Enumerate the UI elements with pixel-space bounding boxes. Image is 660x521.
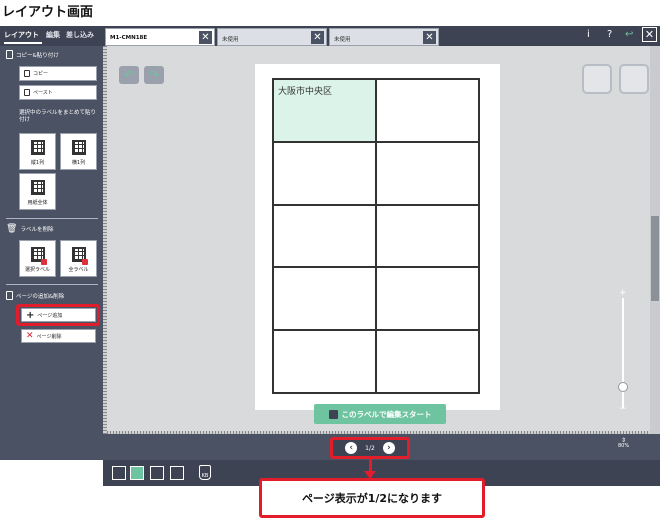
help-icon[interactable]: ?: [607, 29, 612, 40]
trash-icon: 🗑: [6, 224, 18, 234]
tab-document-2[interactable]: 未使用 ✕: [217, 28, 327, 46]
label-cell[interactable]: [376, 79, 479, 142]
copy-paste-label: コピー&貼り付け: [16, 52, 59, 59]
save-icon[interactable]: [582, 64, 612, 94]
document-tabs: M1-CMN18E ✕ 未使用 ✕ 未使用 ✕ i ? ↩ ✕: [103, 26, 660, 46]
close-icon[interactable]: ✕: [642, 27, 657, 42]
remove-page-button[interactable]: ✕ ページ削除: [21, 329, 96, 343]
zoom-in-icon[interactable]: +: [619, 288, 627, 298]
delete-selected-button[interactable]: 選択ラベル: [19, 240, 56, 277]
label-cell[interactable]: [273, 204, 376, 268]
document-icon: [6, 50, 13, 59]
back-icon[interactable]: ↩: [625, 29, 633, 40]
tab-label: 未使用: [334, 37, 351, 43]
view-mode-1[interactable]: [112, 466, 126, 480]
divider: [6, 284, 98, 285]
zoom-level: 80%: [618, 443, 630, 449]
label-cell[interactable]: [273, 267, 376, 331]
pages-section-title: ページの追加&削除: [6, 291, 64, 300]
paste-row-label: 横1列: [71, 160, 86, 166]
paste-whole-button[interactable]: 用紙全体: [19, 173, 56, 210]
weight-icon[interactable]: KB: [199, 465, 211, 480]
delete-section-title: 🗑 ラベルを削除: [6, 224, 53, 234]
zoom-knob[interactable]: [618, 382, 628, 392]
label-cell[interactable]: [273, 141, 376, 205]
close-icon[interactable]: ✕: [311, 31, 324, 44]
paste-column-button[interactable]: 縦1列: [19, 133, 56, 170]
close-icon: ✕: [26, 331, 34, 341]
grid-icon: [30, 180, 45, 195]
divider: [6, 218, 98, 219]
label-cell[interactable]: 大阪市中央区: [273, 79, 376, 142]
delete-all-label: 全ラベル: [68, 267, 89, 273]
start-editing-button[interactable]: このラベルで編集スタート: [314, 404, 446, 424]
enter-icon: [328, 409, 338, 419]
undo-icon[interactable]: ↶: [119, 66, 139, 84]
active-tab-underline: [4, 42, 42, 44]
delete-mark-icon: [41, 259, 47, 265]
next-page-icon[interactable]: ›: [382, 442, 395, 454]
previous-page-icon[interactable]: ‹: [345, 442, 358, 454]
zoom-slider[interactable]: + −: [616, 288, 630, 416]
tab-edit[interactable]: 編集: [46, 30, 60, 40]
highlight-frame: [16, 304, 100, 326]
grid-icon: [71, 140, 86, 155]
copy-button[interactable]: コピー: [19, 66, 97, 81]
batch-paste-title: 選択中のラベルをまとめて貼り付け: [19, 110, 97, 123]
grid-icon: [30, 140, 45, 155]
label-cell[interactable]: [376, 204, 479, 268]
tab-document-3[interactable]: 未使用 ✕: [329, 28, 439, 46]
callout-box: ページ表示が1/2になります: [259, 478, 485, 518]
layout-panel: コピー&貼り付け コピー ペースト 選択中のラベルをまとめて貼り付け 縦1列 横…: [0, 46, 103, 460]
paste-whole-label: 用紙全体: [27, 200, 48, 206]
paste-button[interactable]: ペースト: [19, 85, 97, 100]
close-icon[interactable]: ✕: [423, 31, 436, 44]
delete-mark-icon: [82, 259, 88, 265]
pages-label: ページの追加&削除: [16, 293, 65, 300]
horizontal-ruler: [107, 431, 650, 434]
redo-icon[interactable]: ↷: [144, 66, 164, 84]
label-cell[interactable]: [376, 267, 479, 331]
document-icon: [6, 291, 13, 300]
paste-column-label: 縦1列: [30, 160, 45, 166]
tab-label: 未使用: [222, 37, 239, 43]
view-mode-4[interactable]: [170, 466, 184, 480]
paste-label: ペースト: [33, 90, 53, 96]
remove-page-label: ページ削除: [36, 333, 62, 340]
start-editing-label: このラベルで編集スタート: [341, 409, 432, 419]
delete-label: ラベルを削除: [20, 227, 54, 233]
info-icon[interactable]: i: [587, 29, 590, 40]
paste-icon: [24, 89, 30, 96]
zoom-out-icon[interactable]: −: [619, 404, 627, 414]
copy-label: コピー: [33, 71, 49, 77]
label-grid: 大阪市中央区: [272, 78, 480, 394]
print-icon[interactable]: [619, 64, 649, 94]
label-cell[interactable]: [376, 141, 479, 205]
tab-merge[interactable]: 差し込み: [66, 30, 94, 40]
scrollbar-thumb[interactable]: [651, 216, 659, 301]
view-mode-3[interactable]: [150, 466, 164, 480]
tab-label: M1-CMN18E: [110, 35, 148, 41]
mode-tabs: レイアウト 編集 差し込み: [0, 26, 103, 46]
page-indicator: 1/2: [365, 444, 375, 452]
delete-selected-label: 選択ラベル: [24, 267, 50, 273]
delete-all-button[interactable]: 全ラベル: [60, 240, 97, 277]
vertical-scrollbar[interactable]: [650, 46, 660, 434]
copy-paste-section-title: コピー&貼り付け: [6, 50, 59, 59]
label-cell[interactable]: [273, 330, 376, 393]
tab-document-1[interactable]: M1-CMN18E ✕: [105, 28, 215, 46]
copy-icon: [24, 70, 30, 77]
close-icon[interactable]: ✕: [199, 31, 212, 44]
page-navigator: ‹ 1/2 ›: [330, 437, 410, 459]
page-heading: レイアウト画面: [2, 5, 94, 20]
view-mode-2[interactable]: [130, 466, 144, 480]
paste-row-button[interactable]: 横1列: [60, 133, 97, 170]
label-cell[interactable]: [376, 330, 479, 393]
tab-layout[interactable]: レイアウト: [4, 30, 39, 40]
